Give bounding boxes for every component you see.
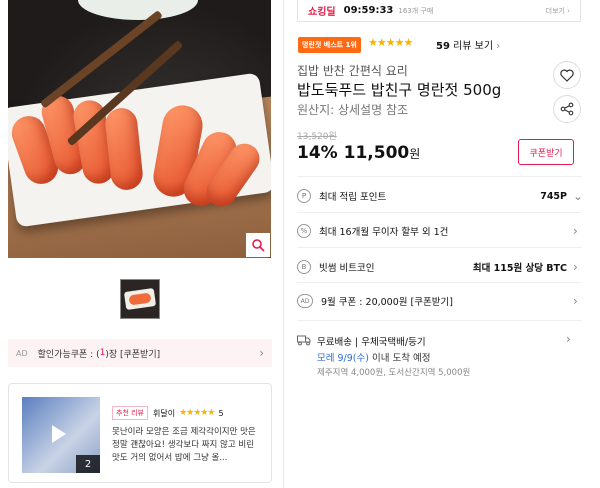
column-divider xyxy=(283,0,284,488)
review-text: 못난이라 모양은 조금 제각각이지만 맛은 정말 괜찮아요! 생각보다 짜지 않… xyxy=(112,427,256,463)
more-link[interactable]: 더보기 › xyxy=(546,6,570,16)
price-unit: 원 xyxy=(409,147,421,161)
benefit-installment[interactable]: % 최대 16개월 무이자 할부 외 1건 › xyxy=(297,221,581,241)
thumbnail-1[interactable] xyxy=(120,279,160,319)
thumbnail-image xyxy=(123,288,157,310)
share-button[interactable] xyxy=(553,95,581,123)
purchase-count: 163개 구매 xyxy=(398,6,434,15)
chevron-right-icon: › xyxy=(573,294,578,308)
review-video-thumbnail[interactable]: 2 xyxy=(22,397,100,473)
magnifier-icon xyxy=(252,239,265,252)
product-rating-stars: ★★★★★ xyxy=(368,36,413,49)
deal-timer: 09:59:33 xyxy=(343,5,394,16)
shipping-method: 무료배송 | 우체국택배/등기 xyxy=(317,337,426,348)
coupon-ad-banner[interactable]: AD 할인가능쿠폰 : (1)장 [쿠폰받기] › xyxy=(8,339,272,367)
arrival-estimate: 모레 9/9(수) 이내 도착 예정 xyxy=(317,350,430,364)
divider xyxy=(297,247,581,248)
review-link[interactable]: 59 리뷰 보기 › xyxy=(436,37,500,52)
benefit-bitcoin[interactable]: B 빗썸 비트코인 최대 115원 상당 BTC › xyxy=(297,257,581,277)
featured-review-card[interactable]: 2 추천 리뷰 휘달이 ★★★★★ 5 못난이라 모양은 조금 제각각이지만 맛… xyxy=(8,383,272,483)
shocking-deal-label: 쇼킹딜 xyxy=(308,7,336,18)
review-meta: 추천 리뷰 휘달이 ★★★★★ 5 xyxy=(112,406,224,420)
chevron-right-icon[interactable]: › xyxy=(566,332,571,346)
discount-rate: 14% xyxy=(297,143,338,163)
best-badge: 명란젓 베스트 1위 xyxy=(298,37,361,53)
benefit-value: 745P xyxy=(540,190,567,202)
chevron-down-icon: ⌄ xyxy=(573,189,584,203)
reviewer-name: 휘달이 xyxy=(153,408,176,418)
chevron-right-icon: › xyxy=(573,260,578,274)
product-subtitle: 집밥 반찬 간편식 요리 xyxy=(297,64,408,78)
wishlist-button[interactable] xyxy=(553,61,581,89)
divider xyxy=(297,282,581,283)
benefit-label: 최대 적립 포인트 xyxy=(319,192,387,203)
rice-bowl xyxy=(78,0,198,20)
benefit-label: 9월 쿠폰 : 20,000원 [쿠폰받기] xyxy=(321,297,453,308)
ad-label: AD xyxy=(16,348,28,358)
get-coupon-button[interactable]: 쿠폰받기 xyxy=(518,139,574,165)
share-icon xyxy=(560,102,574,116)
truck-icon xyxy=(297,335,311,346)
benefit-points[interactable]: P 최대 적립 포인트 745P ⌄ xyxy=(297,186,584,206)
product-title: 밥도둑푸드 밥친구 명란젓 500g xyxy=(297,81,502,99)
rating-stars: ★★★★★ xyxy=(179,408,215,418)
divider xyxy=(297,212,581,213)
percent-icon: % xyxy=(297,224,311,238)
price-value: 11,500 xyxy=(343,143,410,163)
play-icon xyxy=(52,425,66,443)
rating-score: 5 xyxy=(218,408,224,418)
divider xyxy=(297,176,581,177)
arrival-date: 모레 9/9(수) xyxy=(317,353,369,364)
shocking-deal-bar[interactable]: 쇼킹딜 09:59:33 163개 구매 더보기 › xyxy=(297,0,581,22)
benefit-label: 최대 16개월 무이자 할부 외 1건 xyxy=(319,227,449,238)
benefit-monthly-coupon[interactable]: AD 9월 쿠폰 : 20,000원 [쿠폰받기] › xyxy=(297,291,581,311)
ad-icon: AD xyxy=(297,294,313,308)
sale-price: 14% 11,500원 xyxy=(297,143,420,163)
review-count: 59 xyxy=(436,41,450,52)
original-price: 13,520원 xyxy=(297,132,337,142)
photo-count: 2 xyxy=(76,455,100,473)
extra-shipping-fee: 제주지역 4,000원, 도서산간지역 5,000원 xyxy=(317,368,471,378)
recommended-badge: 추천 리뷰 xyxy=(112,406,148,420)
point-icon: P xyxy=(297,189,311,203)
heart-icon xyxy=(560,69,574,82)
product-main-image[interactable] xyxy=(8,0,271,258)
review-link-label: 리뷰 보기 xyxy=(449,41,494,52)
product-origin: 원산지: 상세설명 참조 xyxy=(297,103,409,117)
bitcoin-icon: B xyxy=(297,260,311,274)
coupon-text-before: 할인가능쿠폰 : ( xyxy=(37,349,100,360)
coupon-text-after: )장 [쿠폰받기] xyxy=(105,349,161,360)
arrival-text: 이내 도착 예정 xyxy=(368,353,431,364)
chevron-right-icon: › xyxy=(573,224,578,238)
divider xyxy=(297,320,581,321)
chevron-right-icon: › xyxy=(496,41,501,52)
zoom-button[interactable] xyxy=(246,233,270,257)
benefit-value: 최대 115원 상당 BTC xyxy=(472,263,567,274)
chevron-right-icon: › xyxy=(259,346,264,360)
benefit-label: 빗썸 비트코인 xyxy=(319,263,375,274)
